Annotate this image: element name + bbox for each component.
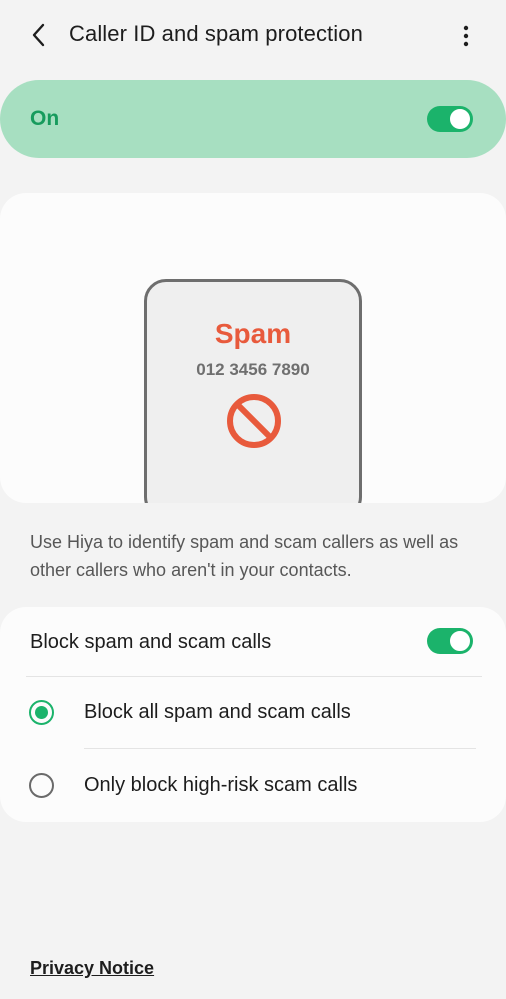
master-switch-bar[interactable]: On — [0, 80, 506, 158]
option-label: Only block high-risk scam calls — [84, 774, 358, 796]
block-settings-card: Block spam and scam calls Block all spam… — [0, 607, 506, 822]
back-button[interactable] — [22, 18, 56, 52]
divider — [84, 748, 476, 749]
block-spam-title: Block spam and scam calls — [30, 631, 272, 653]
option-block-all[interactable]: Block all spam and scam calls — [0, 677, 506, 747]
option-high-risk-only[interactable]: Only block high-risk scam calls — [0, 750, 506, 820]
toggle-knob — [448, 629, 472, 653]
more-options-button[interactable] — [452, 20, 480, 52]
radio-button-selected[interactable] — [29, 700, 54, 725]
block-icon — [227, 394, 281, 448]
spam-phone-number: 012 3456 7890 — [196, 360, 310, 379]
page-title: Caller ID and spam protection — [69, 21, 363, 46]
radio-button-unselected[interactable] — [29, 773, 54, 798]
app-bar: Caller ID and spam protection — [0, 0, 506, 72]
toggle-knob — [448, 107, 472, 131]
feature-description: Use Hiya to identify spam and scam calle… — [30, 532, 459, 580]
master-toggle[interactable] — [427, 106, 473, 132]
more-vertical-icon — [463, 25, 469, 47]
chevron-left-icon — [32, 23, 45, 47]
option-label: Block all spam and scam calls — [84, 701, 351, 723]
illustration-card: Spam 012 3456 7890 — [0, 193, 506, 503]
spam-caller-label: Spam — [214, 318, 292, 349]
privacy-notice-link[interactable]: Privacy Notice — [30, 958, 154, 979]
phone-illustration: Spam 012 3456 7890 — [144, 279, 362, 503]
block-spam-toggle[interactable] — [427, 628, 473, 654]
master-switch-label: On — [30, 107, 60, 130]
